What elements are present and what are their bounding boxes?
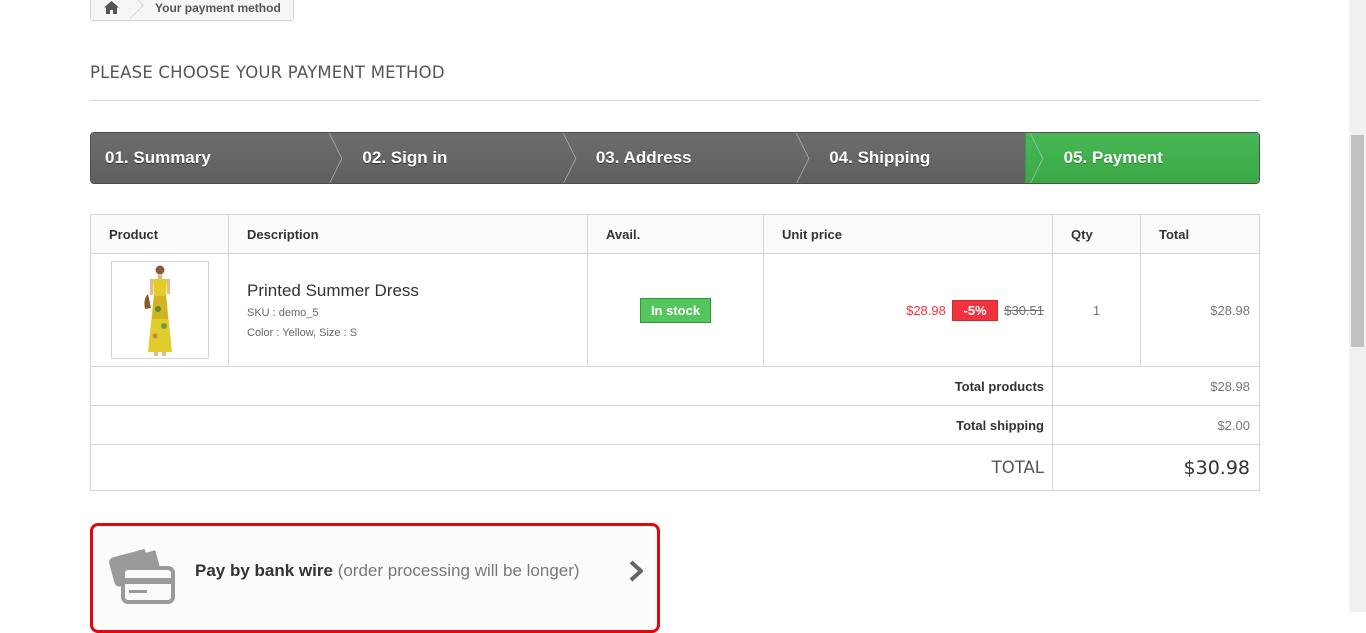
product-image[interactable] — [110, 261, 209, 359]
step-label: 01. Summary — [105, 148, 211, 167]
payment-option-label: Pay by bank wire (order processing will … — [195, 561, 580, 581]
header-product: Product — [90, 214, 229, 254]
checkout-steps: 01. Summary 02. Sign in 03. Address 04. … — [90, 132, 1260, 184]
qty-cell: 1 — [1052, 253, 1141, 367]
step-label: 03. Address — [595, 148, 692, 167]
table-row: Printed Summer Dress SKU : demo_5 Color … — [90, 253, 1260, 367]
discount-badge: -5% — [952, 299, 998, 321]
total-products-label: Total products — [90, 366, 1053, 406]
header-total: Total — [1140, 214, 1260, 254]
header-description: Description — [228, 214, 588, 254]
unit-price-cell: $28.98 -5% $30.51 — [763, 253, 1053, 367]
total-products-value: $28.98 — [1052, 366, 1260, 406]
cart-summary-table: Product Description Avail. Unit price Qt… — [90, 214, 1260, 491]
step-sign-in[interactable]: 02. Sign in — [324, 133, 558, 183]
product-attributes: Color : Yellow, Size : S — [247, 327, 358, 339]
vertical-scrollbar[interactable] — [1349, 0, 1366, 612]
step-label: 04. Shipping — [829, 148, 931, 167]
step-payment: 05. Payment — [1024, 133, 1259, 183]
total-products-row: Total products $28.98 — [90, 366, 1260, 406]
dress-thumbnail — [143, 265, 172, 356]
price-new: $28.98 — [906, 302, 946, 318]
line-total-cell: $28.98 — [1140, 253, 1260, 367]
product-sku: SKU : demo_5 — [247, 307, 319, 319]
grand-total-value: $30.98 — [1052, 444, 1260, 491]
payment-option-bankwire[interactable]: Pay by bank wire (order processing will … — [90, 523, 660, 633]
breadcrumb-home[interactable] — [91, 0, 131, 20]
total-shipping-label: Total shipping — [90, 405, 1053, 445]
header-unit-price: Unit price — [763, 214, 1053, 254]
grand-total-row: TOTAL $30.98 — [90, 444, 1260, 491]
breadcrumb-current: Your payment method — [155, 1, 281, 15]
product-description-cell: Printed Summer Dress SKU : demo_5 Color … — [228, 253, 588, 367]
step-shipping[interactable]: 04. Shipping — [791, 133, 1025, 183]
step-address[interactable]: 03. Address — [557, 133, 792, 183]
product-name-link[interactable]: Printed Summer Dress — [247, 281, 569, 301]
stock-badge: In stock — [639, 297, 712, 323]
total-shipping-value: $2.00 — [1052, 405, 1260, 445]
page-title: PLEASE CHOOSE YOUR PAYMENT METHOD — [90, 63, 1260, 101]
total-shipping-row: Total shipping $2.00 — [90, 405, 1260, 445]
header-qty: Qty — [1052, 214, 1141, 254]
availability-cell: In stock — [587, 253, 764, 367]
payment-title: Pay by bank wire — [195, 561, 333, 580]
credit-card-icon — [109, 542, 175, 604]
step-summary[interactable]: 01. Summary — [91, 133, 325, 183]
step-label: 02. Sign in — [362, 148, 448, 167]
breadcrumb: Your payment method — [90, 0, 294, 21]
scrollbar-thumb[interactable] — [1351, 135, 1364, 347]
grand-total-label: TOTAL — [90, 444, 1053, 491]
product-image-cell — [90, 253, 229, 367]
price-old: $30.51 — [1004, 302, 1044, 318]
home-icon — [103, 0, 119, 14]
header-avail: Avail. — [587, 214, 764, 254]
chevron-right-icon — [629, 560, 643, 582]
payment-subtitle: (order processing will be longer) — [337, 561, 580, 580]
step-label: 05. Payment — [1063, 148, 1163, 167]
